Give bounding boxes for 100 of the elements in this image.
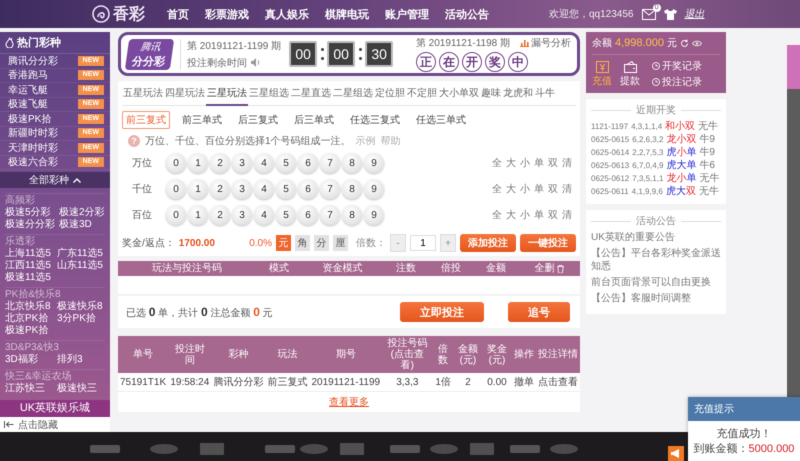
play-tab[interactable]: 四星玩法: [164, 83, 206, 105]
quick-select[interactable]: 双: [548, 208, 558, 222]
play-tab[interactable]: 二星组选: [332, 83, 374, 105]
number-ball[interactable]: 2: [210, 205, 230, 225]
nav-link[interactable]: 彩票游戏: [205, 6, 249, 22]
lottery-link[interactable]: 极速六合彩: [8, 155, 58, 170]
sub-tab[interactable]: 前三复式: [122, 111, 170, 129]
sub-tab[interactable]: 前三单式: [178, 111, 226, 129]
number-ball[interactable]: 7: [320, 179, 340, 199]
number-ball[interactable]: 4: [254, 205, 274, 225]
quick-select[interactable]: 双: [548, 156, 558, 170]
sub-tab[interactable]: 任选三单式: [412, 111, 470, 129]
trash-icon[interactable]: [556, 264, 564, 272]
number-ball[interactable]: 5: [276, 179, 296, 199]
shirt-icon[interactable]: [664, 8, 676, 20]
add-bet-button[interactable]: 添加投注: [460, 234, 516, 252]
quick-select[interactable]: 全: [492, 156, 502, 170]
number-ball[interactable]: 3: [232, 153, 252, 173]
number-ball[interactable]: 4: [254, 153, 274, 173]
lottery-link[interactable]: 北京快乐8: [5, 301, 53, 313]
quick-select[interactable]: 清: [562, 208, 572, 222]
quick-select[interactable]: 清: [562, 182, 572, 196]
play-tab[interactable]: 五星玩法: [122, 83, 164, 105]
unit-mode-button[interactable]: 分: [314, 235, 329, 251]
number-ball[interactable]: 9: [364, 153, 384, 173]
play-tab[interactable]: 三星组选: [248, 83, 290, 105]
eye-icon[interactable]: [692, 40, 702, 46]
lottery-link[interactable]: 江苏快三: [5, 383, 53, 395]
play-tab[interactable]: 二星直选: [290, 83, 332, 105]
lottery-link[interactable]: 江西11选5: [5, 260, 53, 272]
number-ball[interactable]: 1: [188, 205, 208, 225]
play-tab[interactable]: 定位胆: [374, 83, 406, 105]
play-tab[interactable]: 斗牛: [534, 83, 556, 105]
lottery-link[interactable]: 极速飞艇: [8, 97, 48, 112]
lottery-link[interactable]: 极速PK拾: [8, 112, 52, 126]
quick-select[interactable]: 小: [520, 182, 530, 196]
number-ball[interactable]: 5: [276, 205, 296, 225]
number-ball[interactable]: 1: [188, 179, 208, 199]
notice-link[interactable]: 【公告】平台各彩种奖金派送知悉: [591, 247, 721, 273]
sub-tab[interactable]: 后三复式: [234, 111, 282, 129]
number-ball[interactable]: 2: [210, 179, 230, 199]
unit-mode-button[interactable]: 元: [276, 235, 291, 251]
number-ball[interactable]: 9: [364, 205, 384, 225]
lottery-link[interactable]: 广东11选5: [57, 248, 105, 260]
notice-link[interactable]: 前台页面背景可以自由更换: [591, 276, 721, 289]
number-ball[interactable]: 5: [276, 153, 296, 173]
play-tab[interactable]: 大小单双: [438, 83, 480, 105]
play-tab[interactable]: 不定胆: [406, 83, 438, 105]
analysis-link[interactable]: 漏号分析: [531, 36, 571, 50]
number-ball[interactable]: 2: [210, 153, 230, 173]
logout-link[interactable]: 退出: [684, 7, 704, 21]
multiplier-field[interactable]: 1: [410, 235, 436, 251]
number-ball[interactable]: 8: [342, 205, 362, 225]
lottery-link[interactable]: 极速11选5: [5, 272, 53, 284]
lottery-link[interactable]: 北京PK拾: [5, 313, 53, 325]
place-bet-button[interactable]: 立即投注: [400, 302, 484, 322]
view-more-link[interactable]: 查看更多: [329, 397, 369, 408]
play-tab[interactable]: 趣味: [480, 83, 502, 105]
lottery-link[interactable]: 极速快三: [57, 383, 105, 395]
quick-select[interactable]: 小: [520, 156, 530, 170]
record-link[interactable]: 投注记录: [662, 75, 702, 89]
quick-select[interactable]: 单: [534, 156, 544, 170]
nav-link[interactable]: 首页: [167, 6, 189, 22]
number-ball[interactable]: 4: [254, 179, 274, 199]
announcement-button[interactable]: [668, 446, 684, 461]
lottery-link[interactable]: 极速5分彩: [5, 207, 55, 219]
chase-number-button[interactable]: 追号: [508, 302, 570, 322]
lottery-link[interactable]: 幸运飞艇: [8, 82, 48, 97]
lottery-link[interactable]: 极速2分彩: [59, 207, 105, 219]
lottery-link[interactable]: 3D福彩: [5, 354, 53, 366]
sub-tab[interactable]: 后三单式: [290, 111, 338, 129]
notice-link[interactable]: 【公告】客服时间调整: [591, 292, 721, 305]
number-ball[interactable]: 8: [342, 153, 362, 173]
number-ball[interactable]: 3: [232, 205, 252, 225]
lottery-link[interactable]: 极速分分彩: [5, 219, 55, 231]
number-ball[interactable]: 6: [298, 153, 318, 173]
notice-link[interactable]: UK英联的重要公告: [591, 231, 721, 244]
number-ball[interactable]: 8: [342, 179, 362, 199]
number-ball[interactable]: 7: [320, 153, 340, 173]
lottery-link[interactable]: 天津时时彩: [8, 140, 58, 155]
speaker-icon[interactable]: [251, 58, 261, 67]
quick-select[interactable]: 全: [492, 182, 502, 196]
quick-select[interactable]: 全: [492, 208, 502, 222]
quick-select[interactable]: 小: [520, 208, 530, 222]
quick-select[interactable]: 单: [534, 208, 544, 222]
number-ball[interactable]: 9: [364, 179, 384, 199]
play-tab[interactable]: 三星玩法: [206, 83, 248, 106]
number-ball[interactable]: 6: [298, 205, 318, 225]
quick-select[interactable]: 大: [506, 156, 516, 170]
nav-link[interactable]: 真人娱乐: [265, 6, 309, 22]
collapse-arrow-icon[interactable]: [4, 421, 14, 428]
lottery-link[interactable]: 山东11选5: [57, 260, 105, 272]
lottery-link[interactable]: 3分PK拾: [57, 313, 105, 325]
quick-select[interactable]: 清: [562, 156, 572, 170]
quick-select[interactable]: 大: [506, 208, 516, 222]
quick-select[interactable]: 双: [548, 182, 558, 196]
lottery-link[interactable]: 腾讯分分彩: [8, 54, 58, 68]
lottery-link[interactable]: 上海11选5: [5, 248, 53, 260]
decrease-button[interactable]: -: [390, 234, 406, 252]
lottery-link[interactable]: 排列3: [57, 354, 105, 366]
